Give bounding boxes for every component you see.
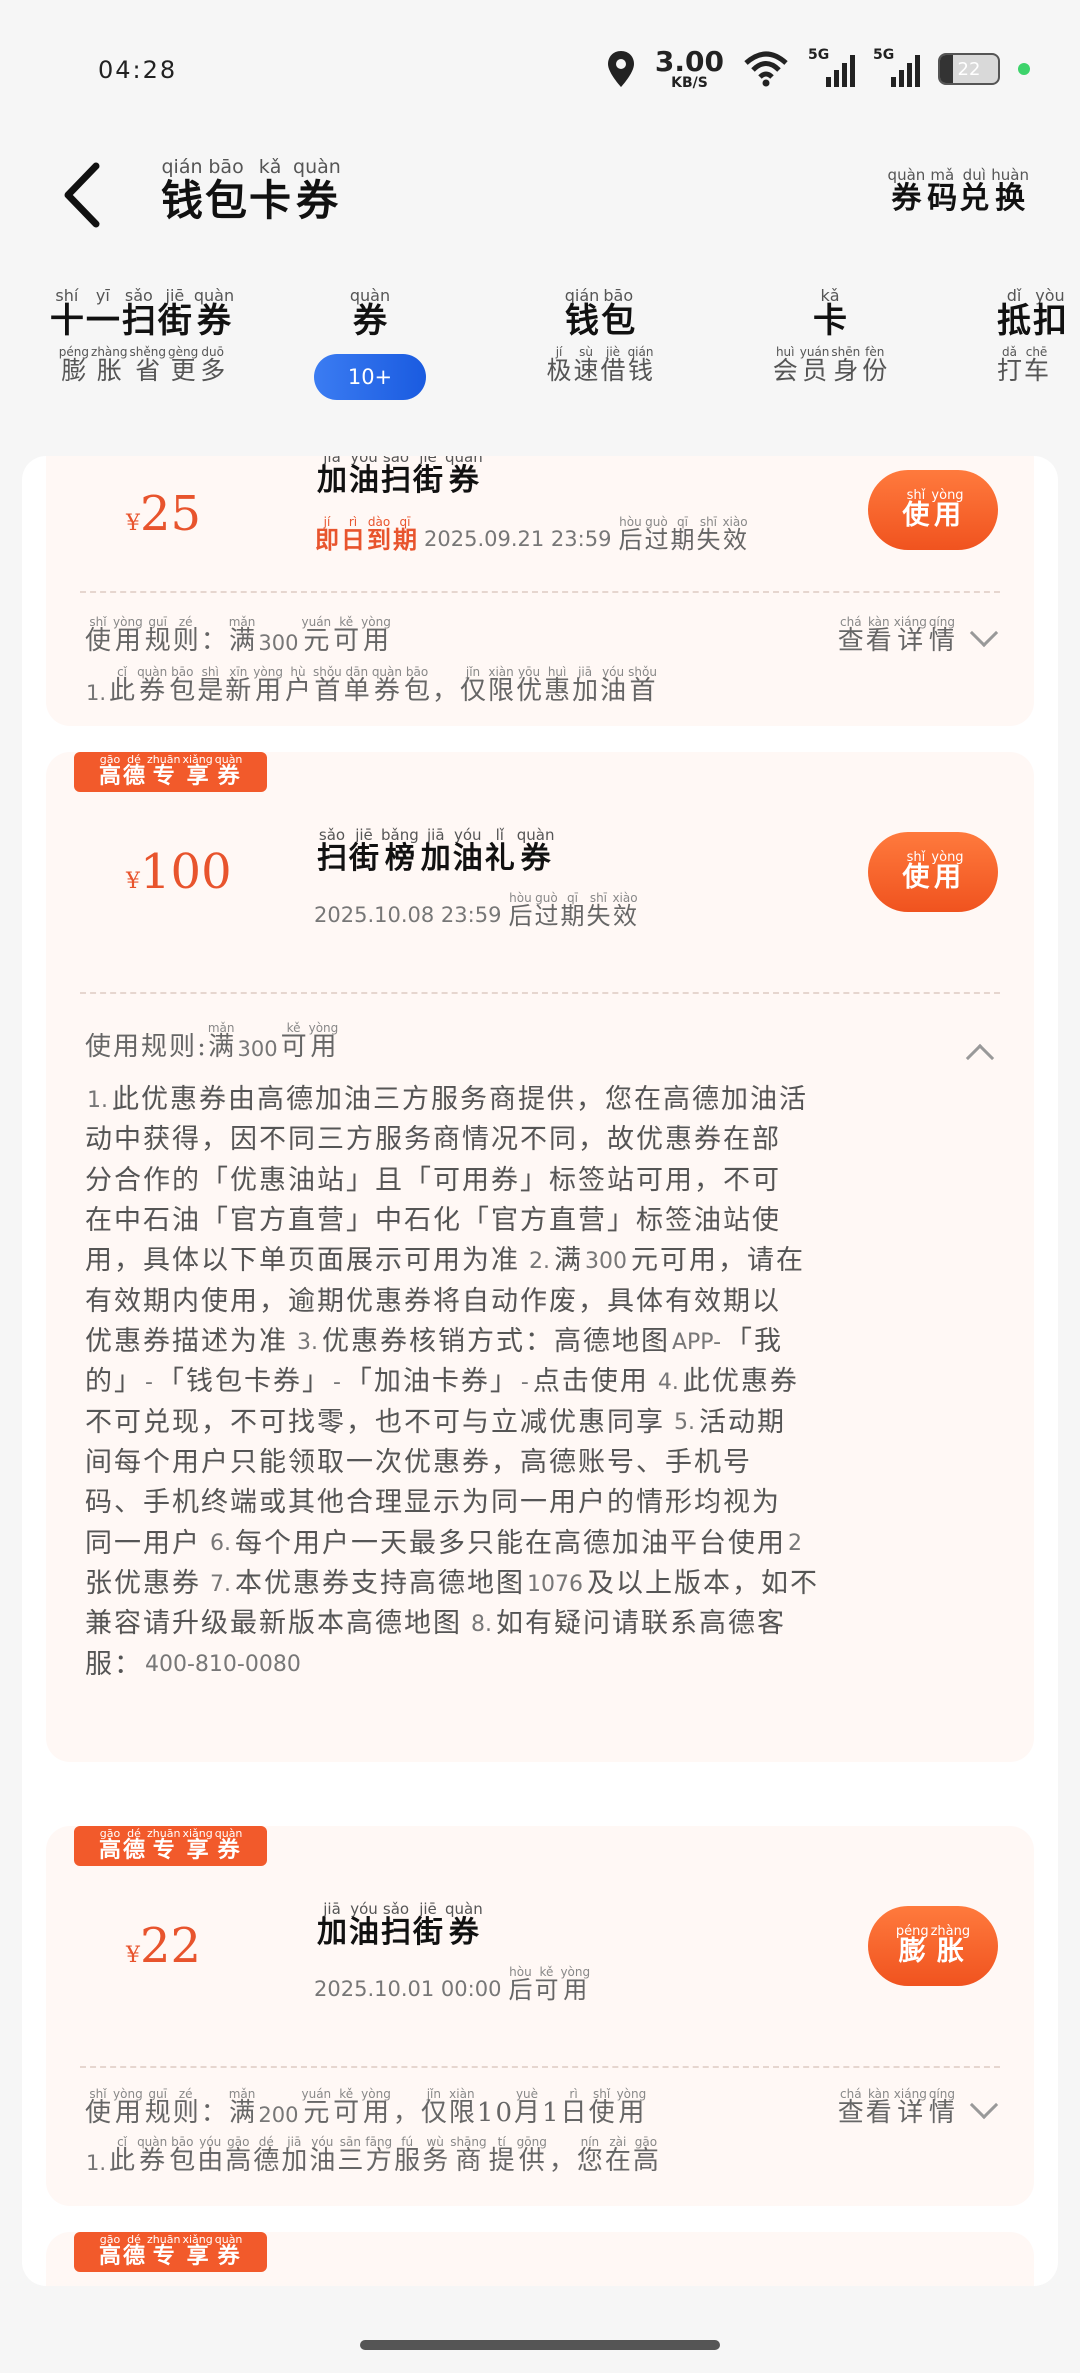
- tab-national-day-coupon[interactable]: shí 十 yī 一 sǎo 扫 jiē 街 quàn 券 péng 膨 zhàng 胀 shěng 省 gè…: [32, 288, 252, 384]
- cellular-signal-1: 5G: [808, 47, 855, 87]
- redeem-code-button[interactable]: quàn 券 mǎ 码 duì 兑 huàn 换: [887, 168, 1030, 215]
- status-bar: 04:28 3.00 KB/S 5G 5G 22: [0, 0, 1080, 130]
- inflate-button[interactable]: péng 膨 zhàng 胀: [868, 1906, 998, 1986]
- usage-rule: shǐ 使 yòng 用 guī 规 zé 则 ： mǎn 满 300 yuán 元 kě 可 yòng 用: [85, 615, 391, 656]
- rule-line: 不 可 兑 现 ， 不 可 找 零 ， 也 不 可 与 立 减 优 惠 同 享 …: [85, 1406, 784, 1438]
- coupon-expiry: jí 即 rì 日 dào 到 qī 期 2025.09.21 23:59 hòu 后 guò 过 q…: [315, 515, 748, 554]
- chevron-up-icon[interactable]: [965, 1043, 995, 1073]
- tab-deduction[interactable]: dǐ 抵 yòu 扣 dǎ 打 chē 车: [996, 288, 1080, 384]
- expiring-today-label: jí 即 rì 日 dào 到 qī 期: [315, 515, 417, 554]
- rule-line: 1. 此 优 惠 券 由 高 德 加 油 三 方 服 务 商 提 供 ， 您 在…: [87, 1084, 806, 1115]
- wifi-icon: [744, 51, 788, 87]
- exclusive-badge: gāo 高 dé 德 zhuān 专 xiǎng 享 quàn 券: [74, 2232, 268, 2272]
- divider: [80, 992, 1000, 994]
- coupon-card: gāo 高 dé 德 zhuān 专 xiǎng 享 quàn 券 ¥22 jiā 加 yóu 油 sǎo…: [46, 1826, 1034, 2206]
- cellular-signal-2: 5G: [873, 47, 920, 87]
- coupon-expiry: 2025.10.08 23:59 hòu 后 guò 过 qī 期 shī 失 xiào 效: [314, 891, 638, 930]
- view-details-button[interactable]: chá 查 kàn 看 xiáng 详 qíng 情: [837, 2088, 999, 2127]
- coupon-card: ¥25 jiā 加 yóu 油 sǎo 扫 jiē 街 quàn 券 jí 即 rì 日 dào 到 qī 期 …: [46, 456, 1034, 726]
- divider: [80, 2066, 1000, 2068]
- rule-line: 的 」 - 「 钱 包 卡 券 」 - 「 加 油 卡 券 」 - 点 击 使 用 4…: [85, 1366, 797, 1398]
- battery-icon: 22: [938, 53, 1000, 85]
- rule-line: 分 合 作 的 「 优 惠 油 站 」 且 「 可 用 券 」 标 签 站 可 …: [85, 1164, 779, 1196]
- rule-line: 用 ， 具 体 以 下 单 页 面 展 示 可 用 为 准 2. 满 300 元 …: [85, 1245, 803, 1277]
- rule-line: 服 ： 400-810-0080: [85, 1648, 301, 1680]
- rule-line: 间 每 个 用 户 只 能 领 取 一 次 优 惠 券 ， 高 德 账 号 、 …: [85, 1447, 750, 1479]
- coupon-description: 1. cǐ 此 quàn 券 bāo 包 yóu 由 gāo 高 dé 德 jiā 加 yóu 油 sān 三 fān…: [86, 2135, 659, 2176]
- rule-line: 码 、 手 机 终 端 或 其 他 合 理 显 示 为 同 一 用 户 的 情 …: [85, 1487, 779, 1519]
- rule-line: 优 惠 券 描 述 为 准 3. 优 惠 券 核 销 方 式 ： 高 德 地 图…: [85, 1326, 782, 1358]
- network-speed: 3.00 KB/S: [654, 45, 724, 91]
- divider: [80, 591, 1000, 593]
- coupon-amount: ¥25: [126, 486, 202, 542]
- coupon-name: jiā 加 yóu 油 sǎo 扫 jiē 街 quàn 券: [317, 456, 483, 498]
- chevron-down-icon: [969, 619, 999, 648]
- coupon-expiry: 2025.10.01 00:00 hòu 后 kě 可 yòng 用: [314, 1965, 591, 2004]
- exclusive-badge: gāo 高 dé 德 zhuān 专 xiǎng 享 quàn 券: [74, 1826, 268, 1866]
- coupon-name: jiā 加 yóu 油 sǎo 扫 jiē 街 quàn 券: [317, 1900, 483, 1950]
- home-indicator[interactable]: [360, 2340, 720, 2350]
- view-details-button[interactable]: chá 查 kàn 看 xiáng 详 qíng 情: [837, 616, 999, 655]
- tab-cards[interactable]: kǎ 卡 huì 会 yuán 员 shēn 身 fèn 份: [750, 288, 910, 384]
- tab-wallet[interactable]: qián 钱 bāo 包 jí 极 sù 速 jiè 借 qián 钱: [520, 288, 680, 384]
- coupon-card: gāo 高 dé 德 zhuān 专 xiǎng 享 quàn 券 ¥100 sǎo 扫 jiē 街 bǎ…: [46, 752, 1034, 1762]
- location-icon: [607, 51, 634, 87]
- status-icons: 3.00 KB/S 5G 5G 22: [605, 45, 1030, 91]
- rule-line: 同 一 用 户 6. 每 个 用 户 一 天 最 多 只 能 在 高 德 加 油…: [85, 1527, 802, 1559]
- use-button[interactable]: shǐ 使 yòng 用: [868, 470, 998, 550]
- coupon-list[interactable]: ¥25 jiā 加 yóu 油 sǎo 扫 jiē 街 quàn 券 jí 即 rì 日 dào 到 qī 期 …: [22, 456, 1058, 2286]
- usage-rule: 使 用 规 则 : mǎn 满 300 kě 可 yòng 用: [85, 1021, 339, 1062]
- header: qián 钱 bāo 包 kǎ 卡 quàn 券 quàn 券 mǎ 码 duì 兑 huàn 换: [0, 140, 1080, 250]
- coupon-description: 1. cǐ 此 quàn 券 bāo 包 shì 是 xīn 新 yòng 用 hù 户 shǒu 首 dān 单 q…: [86, 665, 657, 706]
- tab-coupons[interactable]: quàn 券 10+: [300, 288, 440, 400]
- usage-rule: shǐ 使 yòng 用 guī 规 zé 则 ： mǎn 满 200 yuán 元 kě 可 yòng 用 ，…: [85, 2087, 647, 2128]
- clock: 04:28: [98, 56, 178, 84]
- back-arrow-icon[interactable]: [58, 160, 108, 230]
- coupon-amount: ¥100: [126, 844, 232, 900]
- coupon-name: sǎo 扫 jiē 街 bǎng 榜 jiā 加 yóu 油 lǐ 礼 quàn 券: [317, 826, 555, 876]
- coupon-amount: ¥22: [126, 1918, 202, 1974]
- chevron-down-icon: [969, 2091, 999, 2120]
- exclusive-badge: gāo 高 dé 德 zhuān 专 xiǎng 享 quàn 券: [74, 752, 268, 792]
- category-tabs: shí 十 yī 一 sǎo 扫 jiē 街 quàn 券 péng 膨 zhàng 胀 shěng 省 gè…: [0, 288, 1080, 428]
- rule-line: 有 效 期 内 使 用 ， 逾 期 优 惠 券 将 自 动 作 废 ， 具 体 …: [85, 1285, 779, 1317]
- rule-line: 动 中 获 得 ， 因 不 同 三 方 服 务 商 情 况 不 同 ， 故 优 …: [85, 1124, 779, 1156]
- rule-line: 在 中 石 油 「 官 方 直 营 」 中 石 化 「 官 方 直 营 」 标 …: [85, 1205, 779, 1237]
- page-title: qián 钱 bāo 包 kǎ 卡 quàn 券: [161, 156, 341, 225]
- coupon-full-rules: 1. 此 优 惠 券 由 高 德 加 油 三 方 服 务 商 提 供 ， 您 在…: [84, 1074, 964, 1679]
- rule-line: 张 优 惠 券 7. 本 优 惠 券 支 持 高 德 地 图 1076 及 以 上…: [85, 1568, 817, 1600]
- use-button[interactable]: shǐ 使 yòng 用: [868, 832, 998, 912]
- rule-line: 兼 容 请 升 级 最 新 版 本 高 德 地 图 8. 如 有 疑 问 请 联…: [85, 1608, 784, 1640]
- charging-dot: [1018, 63, 1030, 75]
- coupon-card: gāo 高 dé 德 zhuān 专 xiǎng 享 quàn 券: [46, 2232, 1034, 2286]
- coupon-count-badge: 10+: [314, 353, 426, 400]
